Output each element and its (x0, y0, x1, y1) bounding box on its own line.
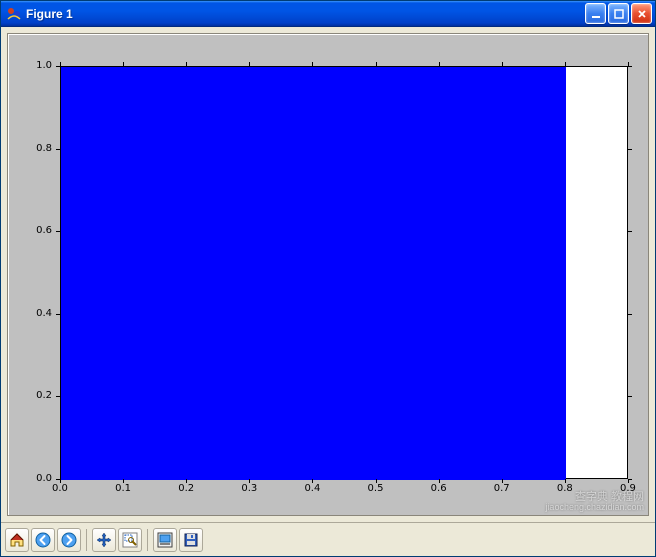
save-icon (183, 532, 199, 548)
maximize-button[interactable] (608, 3, 629, 24)
zoom-button[interactable] (118, 528, 142, 552)
zoom-icon (122, 532, 138, 548)
xtick-label: 0.9 (620, 483, 636, 494)
xtick-label: 0.4 (304, 483, 320, 494)
configure-button[interactable] (153, 528, 177, 552)
xtick-label: 0.5 (368, 483, 384, 494)
minimize-button[interactable] (585, 3, 606, 24)
pan-button[interactable] (92, 528, 116, 552)
ytick (56, 66, 60, 67)
xtick-label: 0.2 (178, 483, 194, 494)
xtick-label: 0.6 (431, 483, 447, 494)
ytick-label: 0.4 (36, 308, 52, 319)
back-icon (35, 532, 51, 548)
figure-window: Figure 1 查字典 教程网 jiaocheng.chazidian.com… (0, 0, 656, 557)
ytick (56, 231, 60, 232)
ytick-label: 0.8 (36, 143, 52, 154)
ytick-label: 0.0 (36, 473, 52, 484)
toolbar-separator (86, 529, 87, 551)
close-button[interactable] (631, 3, 652, 24)
xtick-label: 0.3 (241, 483, 257, 494)
bar (187, 67, 313, 480)
navigation-toolbar (1, 522, 655, 556)
bar (440, 67, 566, 480)
window-title: Figure 1 (26, 7, 73, 21)
watermark-line2: jiaocheng.chazidian.com (545, 503, 644, 513)
xtick-label: 0.7 (494, 483, 510, 494)
home-icon (9, 532, 25, 548)
ytick (56, 314, 60, 315)
watermark: 查字典 教程网 jiaocheng.chazidian.com (545, 491, 644, 513)
xtick-label: 0.8 (557, 483, 573, 494)
forward-icon (61, 532, 77, 548)
xtick-label: 0.1 (115, 483, 131, 494)
home-button[interactable] (5, 528, 29, 552)
save-button[interactable] (179, 528, 203, 552)
titlebar: Figure 1 (1, 1, 655, 27)
configure-icon (157, 532, 173, 548)
client-area: 查字典 教程网 jiaocheng.chazidian.com 0.0 0.2 0.… (1, 27, 655, 556)
axes (60, 66, 628, 479)
ytick (56, 396, 60, 397)
forward-button[interactable] (57, 528, 81, 552)
back-button[interactable] (31, 528, 55, 552)
ytick-label: 1.0 (36, 60, 52, 71)
app-icon (7, 7, 21, 21)
ytick-label: 0.6 (36, 225, 52, 236)
ytick (56, 149, 60, 150)
ytick-label: 0.2 (36, 390, 52, 401)
toolbar-separator (147, 529, 148, 551)
bar (313, 67, 439, 480)
bar (61, 67, 187, 480)
pan-icon (96, 532, 112, 548)
figure-canvas[interactable]: 查字典 教程网 jiaocheng.chazidian.com 0.0 0.2 0.… (7, 33, 649, 516)
xtick-label: 0.0 (52, 483, 68, 494)
